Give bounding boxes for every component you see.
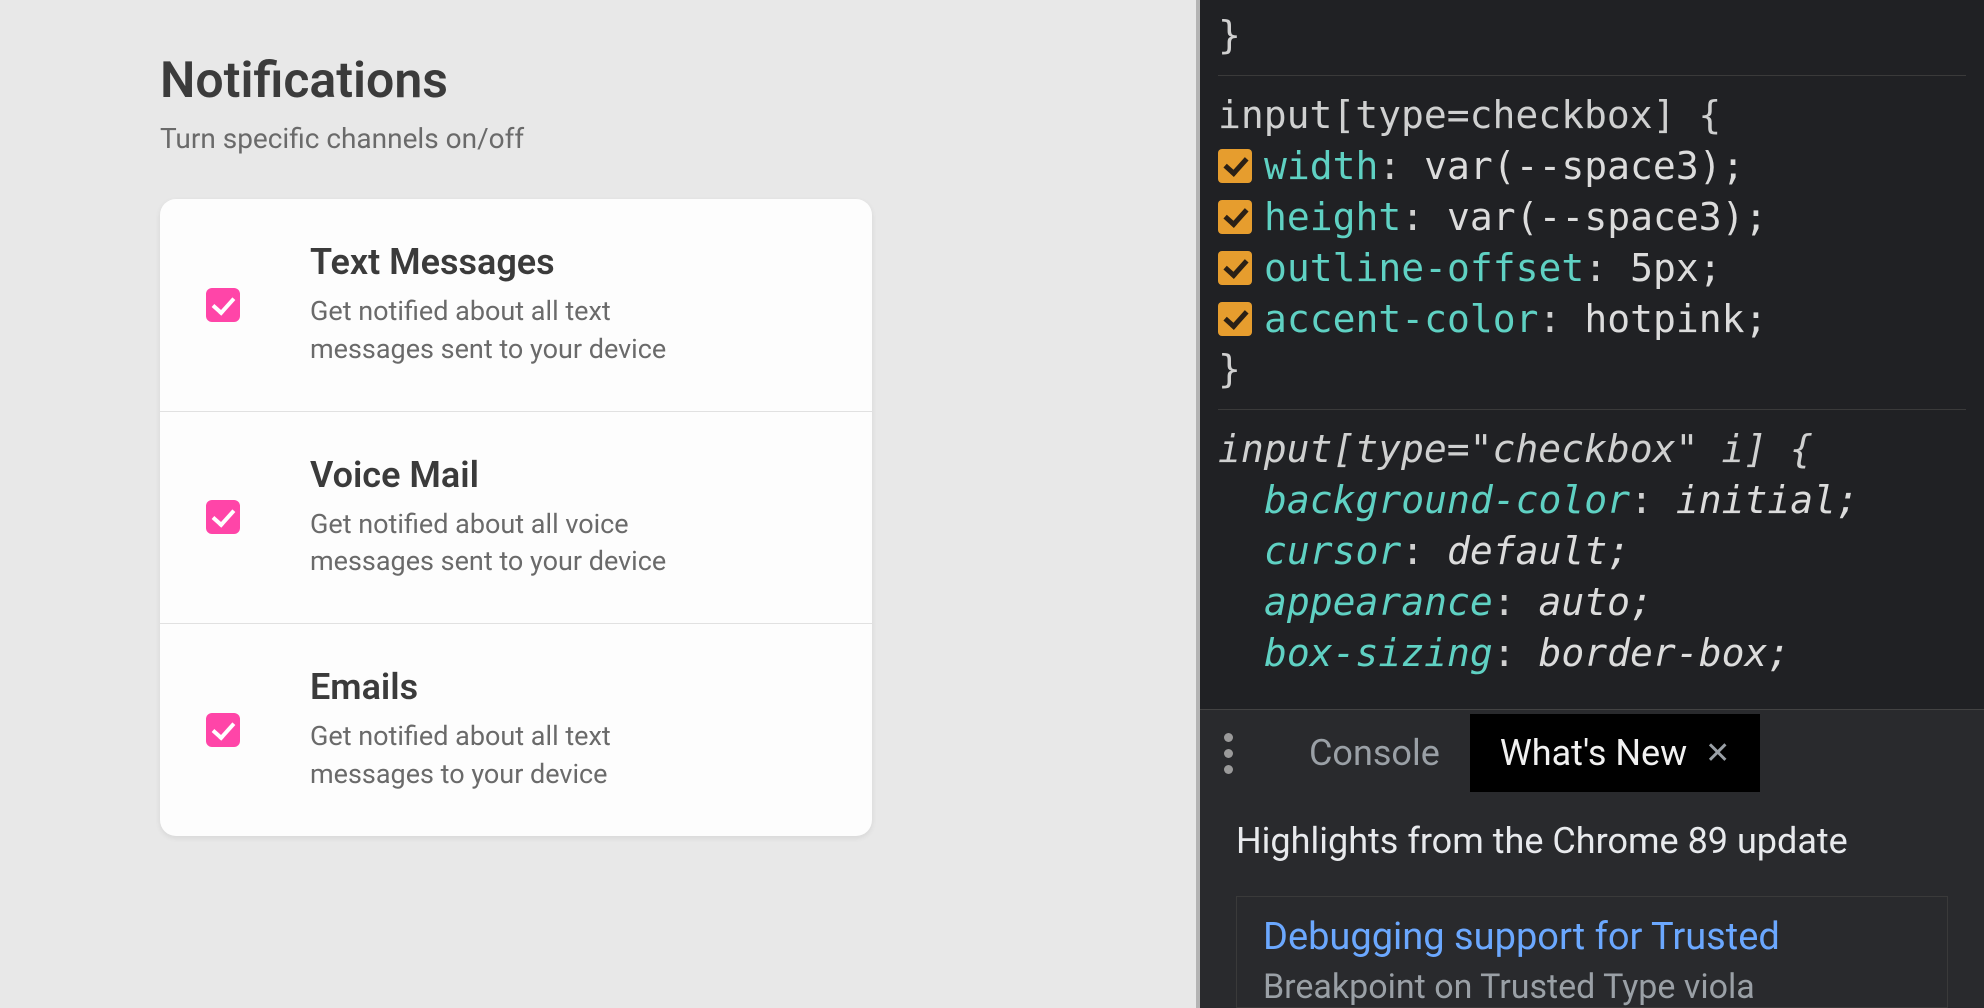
tab-label: What's New	[1500, 732, 1687, 774]
devtools-drawer: Console What's New ✕ Highlights from the…	[1200, 709, 1984, 1008]
style-rule-prev-close: }	[1218, 10, 1966, 76]
checkbox-emails[interactable]	[206, 713, 240, 747]
checkbox-voice-mail[interactable]	[206, 500, 240, 534]
rule-selector[interactable]: input[type=checkbox] {	[1218, 90, 1966, 141]
preview-pane: Notifications Turn specific channels on/…	[0, 0, 1200, 1008]
checkbox-text-messages[interactable]	[206, 288, 240, 322]
drawer-tabs: Console What's New ✕	[1200, 710, 1984, 796]
rule-declaration[interactable]: width: var(--space3);	[1218, 141, 1966, 192]
rule-declaration: background-color: initial;	[1218, 475, 1966, 526]
rule-close-brace: }	[1218, 10, 1966, 61]
row-title: Text Messages	[310, 241, 730, 283]
toggle-declaration-checkbox[interactable]	[1218, 251, 1252, 285]
rule-declaration[interactable]: outline-offset: 5px;	[1218, 243, 1966, 294]
row-title: Emails	[310, 666, 730, 708]
tab-whats-new[interactable]: What's New ✕	[1470, 714, 1761, 792]
row-desc: Get notified about all text messages to …	[310, 718, 730, 794]
row-text: Voice Mail Get notified about all voice …	[310, 454, 730, 582]
rule-declaration[interactable]: accent-color: hotpink;	[1218, 294, 1966, 345]
whatsnew-subtext: Breakpoint on Trusted Type viola	[1263, 967, 1921, 1007]
notifications-card: Text Messages Get notified about all tex…	[160, 199, 872, 836]
toggle-declaration-checkbox[interactable]	[1218, 302, 1252, 336]
kebab-icon[interactable]	[1218, 727, 1239, 780]
style-rule-ua-checkbox: input[type="checkbox" i] { background-co…	[1218, 424, 1966, 693]
row-title: Voice Mail	[310, 454, 730, 496]
notification-row-emails: Emails Get notified about all text messa…	[160, 624, 872, 836]
whatsnew-link[interactable]: Debugging support for Trusted	[1263, 915, 1921, 959]
notification-row-text-messages: Text Messages Get notified about all tex…	[160, 199, 872, 412]
row-text: Text Messages Get notified about all tex…	[310, 241, 730, 369]
drawer-body: Highlights from the Chrome 89 update Deb…	[1200, 796, 1984, 1008]
section-title: Notifications	[160, 52, 1036, 110]
rule-declaration: cursor: default;	[1218, 526, 1966, 577]
devtools-pane: } input[type=checkbox] { width: var(--sp…	[1200, 0, 1984, 1008]
notification-row-voice-mail: Voice Mail Get notified about all voice …	[160, 412, 872, 625]
whatsnew-highlights: Highlights from the Chrome 89 update	[1236, 820, 1948, 862]
preview-inner: Notifications Turn specific channels on/…	[0, 0, 1196, 888]
row-text: Emails Get notified about all text messa…	[310, 666, 730, 794]
styles-panel[interactable]: } input[type=checkbox] { width: var(--sp…	[1200, 0, 1984, 709]
toggle-declaration-checkbox[interactable]	[1218, 200, 1252, 234]
row-desc: Get notified about all text messages sen…	[310, 293, 730, 369]
tab-console[interactable]: Console	[1279, 714, 1470, 792]
close-icon[interactable]: ✕	[1705, 736, 1730, 771]
row-desc: Get notified about all voice messages se…	[310, 506, 730, 582]
toggle-declaration-checkbox[interactable]	[1218, 149, 1252, 183]
rule-declaration: box-sizing: border-box;	[1218, 628, 1966, 679]
whatsnew-card: Debugging support for Trusted Breakpoint…	[1236, 896, 1948, 1008]
rule-declaration[interactable]: height: var(--space3);	[1218, 192, 1966, 243]
section-subtitle: Turn specific channels on/off	[160, 122, 1036, 155]
rule-selector[interactable]: input[type="checkbox" i] {	[1218, 424, 1966, 475]
rule-close-brace: }	[1218, 344, 1966, 395]
style-rule-checkbox: input[type=checkbox] { width: var(--spac…	[1218, 90, 1966, 410]
rule-declaration: appearance: auto;	[1218, 577, 1966, 628]
